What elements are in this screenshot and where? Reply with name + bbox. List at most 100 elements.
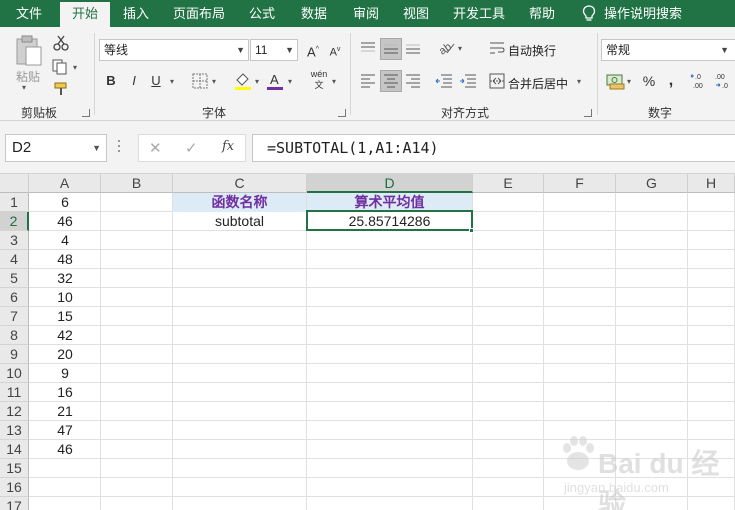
comma-style-button[interactable]: , [660, 70, 682, 92]
cell-a5[interactable]: 32 [29, 269, 101, 288]
font-color-dropdown-icon[interactable]: ▾ [288, 77, 292, 86]
column-header-g[interactable]: G [616, 174, 688, 193]
alignment-launcher-icon[interactable] [584, 109, 592, 117]
underline-dropdown-icon[interactable]: ▾ [170, 77, 174, 86]
decrease-decimal-icon[interactable]: .00 .0 [714, 72, 734, 90]
row-header-3[interactable]: 3 [0, 231, 29, 250]
align-top-icon[interactable] [360, 41, 376, 55]
merge-center-icon[interactable] [489, 73, 505, 89]
insert-function-icon[interactable]: fx [222, 139, 234, 154]
column-header-b[interactable]: B [101, 174, 173, 193]
row-header-6[interactable]: 6 [0, 288, 29, 307]
row-header-14[interactable]: 14 [0, 440, 29, 459]
orientation-icon[interactable]: ab [437, 39, 455, 55]
row-header-12[interactable]: 12 [0, 402, 29, 421]
increase-font-size-button[interactable]: A^ [302, 39, 324, 61]
cell-a2[interactable]: 46 [29, 212, 101, 231]
wrap-text-button[interactable]: 自动换行 [508, 42, 556, 59]
tab-formulas[interactable]: 公式 [240, 0, 284, 27]
phonetic-guide-button[interactable]: wén 文 [308, 69, 330, 91]
row-header-1[interactable]: 1 [0, 193, 29, 212]
tab-review[interactable]: 审阅 [344, 0, 388, 27]
decrease-indent-icon[interactable] [435, 74, 453, 88]
percent-style-button[interactable]: % [638, 70, 660, 92]
column-header-f[interactable]: F [544, 174, 616, 193]
cell-a4[interactable]: 48 [29, 250, 101, 269]
font-name-select[interactable]: 等线 ▼ [99, 39, 249, 61]
increase-decimal-icon[interactable]: .0 .00 [690, 72, 710, 90]
cell-a10[interactable]: 9 [29, 364, 101, 383]
column-header-h[interactable]: H [688, 174, 735, 193]
cell-a1[interactable]: 6 [29, 193, 101, 212]
row-header-11[interactable]: 11 [0, 383, 29, 402]
merge-center-button[interactable]: 合并后居中 [508, 75, 568, 92]
cell-a11[interactable]: 16 [29, 383, 101, 402]
tab-page-layout[interactable]: 页面布局 [166, 0, 232, 27]
tab-file[interactable]: 文件 [6, 0, 52, 27]
row-header-5[interactable]: 5 [0, 269, 29, 288]
orientation-dropdown-icon[interactable]: ▾ [458, 44, 462, 53]
number-format-select[interactable]: 常规 ▼ [601, 39, 735, 61]
paste-dropdown-icon[interactable]: ▾ [22, 83, 26, 92]
column-header-a[interactable]: A [29, 174, 101, 193]
bold-button[interactable]: B [100, 70, 122, 92]
tab-home[interactable]: 开始 [60, 2, 110, 27]
cell-a6[interactable]: 10 [29, 288, 101, 307]
formula-input[interactable]: =SUBTOTAL(1,A1:A14) [252, 134, 735, 162]
tell-me-search[interactable]: 操作说明搜索 [604, 0, 684, 27]
cell-a12[interactable]: 21 [29, 402, 101, 421]
align-center-button[interactable] [380, 70, 402, 92]
row-header-2[interactable]: 2 [0, 212, 29, 231]
enter-icon[interactable]: ✓ [185, 139, 198, 157]
wrap-text-icon[interactable] [489, 40, 505, 56]
row-header-15[interactable]: 15 [0, 459, 29, 478]
tab-view[interactable]: 视图 [394, 0, 438, 27]
cell-a3[interactable]: 4 [29, 231, 101, 250]
align-right-icon[interactable] [405, 74, 421, 88]
cut-icon[interactable] [53, 35, 69, 51]
column-header-d[interactable]: D [307, 174, 473, 193]
fill-handle[interactable] [469, 228, 474, 233]
row-header-9[interactable]: 9 [0, 345, 29, 364]
row-header-10[interactable]: 10 [0, 364, 29, 383]
paste-button[interactable]: 粘贴 [16, 68, 40, 85]
cell-c1[interactable]: 函数名称 [173, 193, 306, 212]
row-header-13[interactable]: 13 [0, 421, 29, 440]
accounting-dropdown-icon[interactable]: ▾ [627, 77, 631, 86]
fill-color-dropdown-icon[interactable]: ▾ [255, 77, 259, 86]
format-painter-icon[interactable] [53, 81, 69, 97]
cell-a9[interactable]: 20 [29, 345, 101, 364]
row-header-17[interactable]: 17 [0, 497, 29, 510]
select-all-corner[interactable] [0, 174, 29, 193]
merge-dropdown-icon[interactable]: ▾ [577, 77, 581, 86]
clipboard-launcher-icon[interactable] [82, 109, 90, 117]
row-header-8[interactable]: 8 [0, 326, 29, 345]
column-header-c[interactable]: C [173, 174, 307, 193]
cell-a14[interactable]: 46 [29, 440, 101, 459]
cell-a13[interactable]: 47 [29, 421, 101, 440]
font-launcher-icon[interactable] [338, 109, 346, 117]
font-size-select[interactable]: 11 ▼ [250, 39, 298, 61]
borders-icon[interactable] [192, 73, 208, 89]
row-header-7[interactable]: 7 [0, 307, 29, 326]
borders-dropdown-icon[interactable]: ▾ [212, 77, 216, 86]
tab-data[interactable]: 数据 [292, 0, 336, 27]
cell-a7[interactable]: 15 [29, 307, 101, 326]
cell-c2[interactable]: subtotal [173, 212, 306, 231]
tab-insert[interactable]: 插入 [114, 0, 158, 27]
increase-indent-icon[interactable] [459, 74, 477, 88]
tab-help[interactable]: 帮助 [520, 0, 564, 27]
align-bottom-icon[interactable] [405, 41, 421, 55]
font-color-icon[interactable]: A [266, 71, 284, 91]
name-box[interactable]: D2 ▼ [5, 134, 107, 162]
phonetic-dropdown-icon[interactable]: ▾ [332, 77, 336, 86]
cell-a8[interactable]: 42 [29, 326, 101, 345]
paste-icon[interactable] [14, 35, 44, 67]
formula-bar-grip-icon[interactable] [118, 140, 121, 154]
row-header-16[interactable]: 16 [0, 478, 29, 497]
underline-button[interactable]: U [145, 70, 167, 92]
italic-button[interactable]: I [123, 70, 145, 92]
row-header-4[interactable]: 4 [0, 250, 29, 269]
accounting-format-icon[interactable] [606, 72, 626, 90]
align-middle-button[interactable] [380, 38, 402, 60]
